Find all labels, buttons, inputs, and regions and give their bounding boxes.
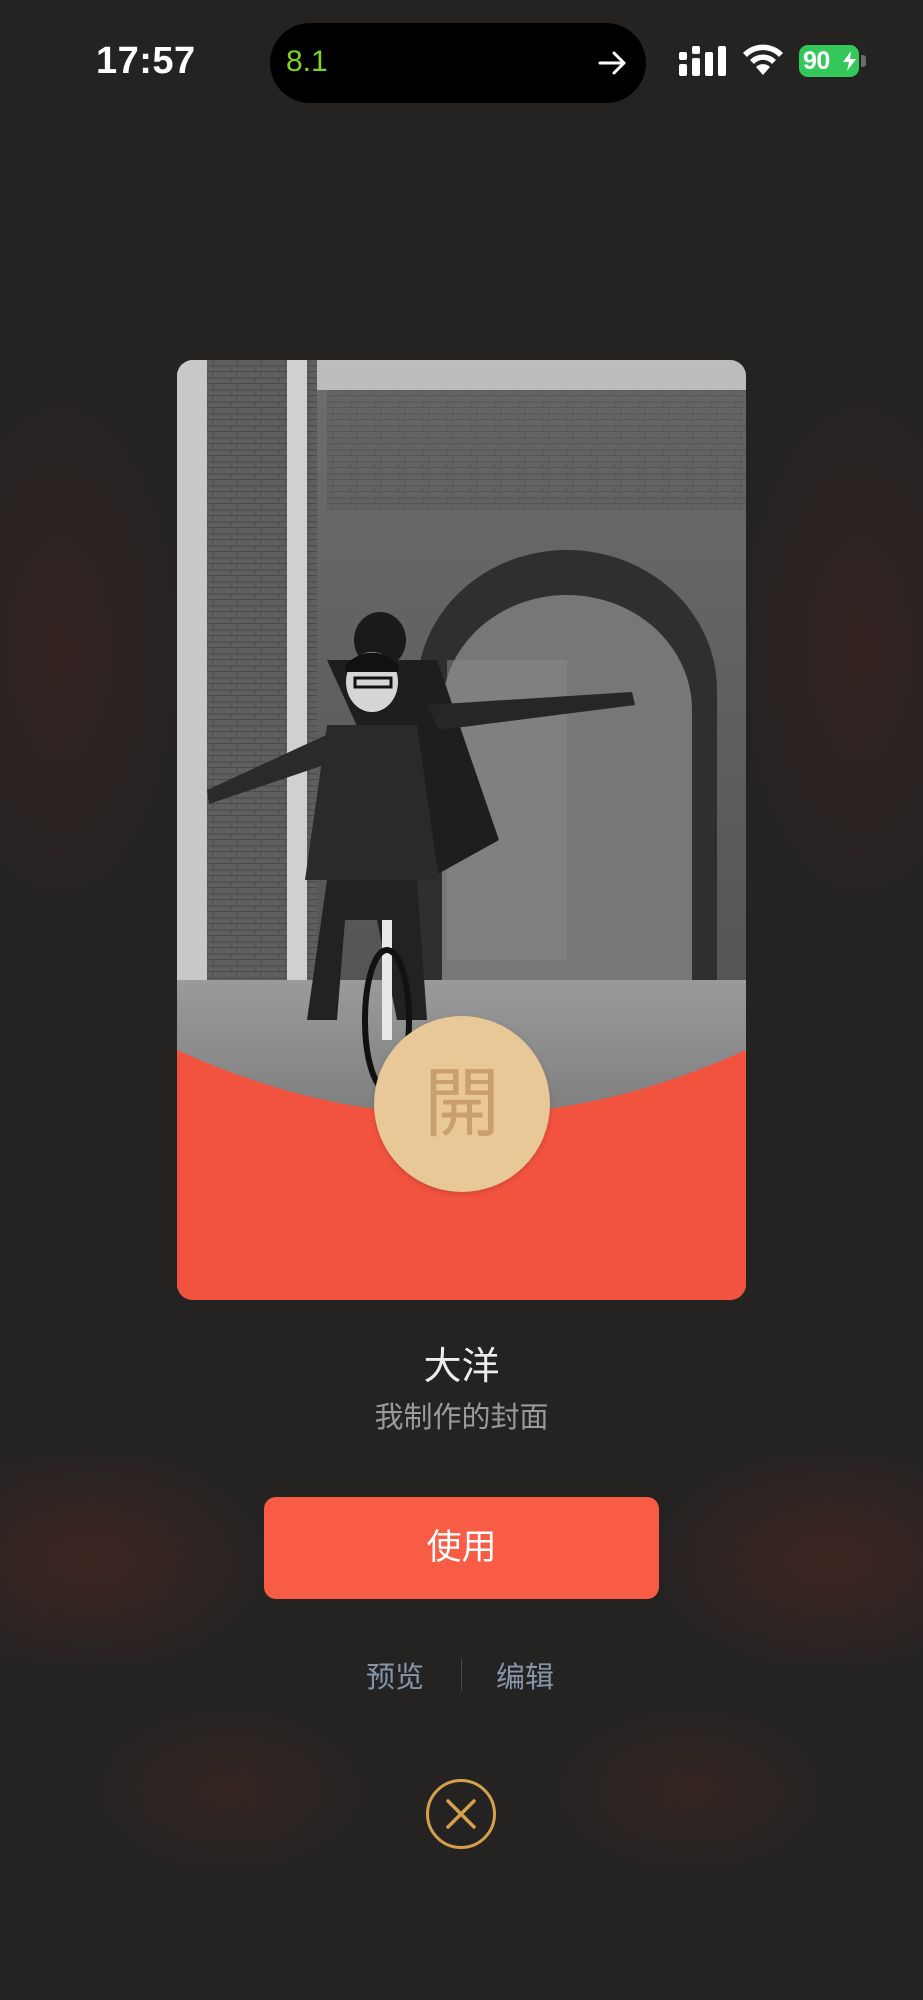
island-value: 8.1 <box>286 45 328 78</box>
open-glyph: 開 <box>424 1059 500 1148</box>
status-time: 17:57 <box>96 40 196 82</box>
cover-title: 大洋 <box>423 1344 500 1388</box>
dynamic-island[interactable]: 8.1 <box>270 23 646 103</box>
preview-link[interactable]: 预览 <box>366 1654 424 1696</box>
wifi-icon <box>743 44 783 75</box>
close-icon <box>446 1799 476 1829</box>
use-button[interactable]: 使用 <box>264 1497 659 1599</box>
battery-percent: 90 <box>803 47 830 75</box>
signal-icon <box>679 46 726 76</box>
close-button[interactable] <box>426 1779 496 1849</box>
battery-charging-icon: 90 <box>799 45 867 77</box>
bolt-icon <box>843 51 856 71</box>
divider <box>461 1659 462 1691</box>
secondary-actions: 预览 编辑 <box>0 1650 923 1700</box>
cover-subtitle: 我制作的封面 <box>374 1400 549 1434</box>
open-button[interactable]: 開 <box>374 1016 550 1192</box>
status-bar: 17:57 8.1 90 <box>0 0 923 120</box>
edit-link[interactable]: 编辑 <box>496 1654 554 1696</box>
red-envelope-cover-card[interactable]: 開 <box>177 360 746 1300</box>
arrow-right-icon <box>598 51 626 75</box>
